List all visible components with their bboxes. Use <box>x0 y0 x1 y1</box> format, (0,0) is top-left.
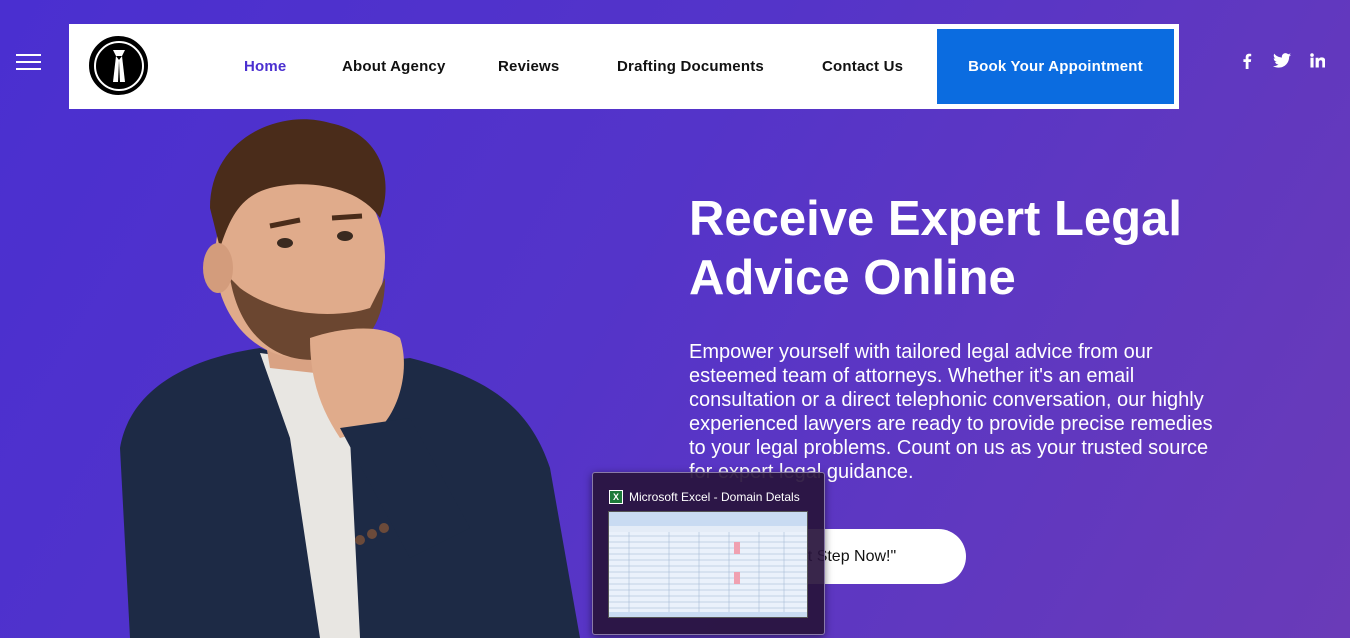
navbar: Home About Agency Reviews Drafting Docum… <box>69 24 1179 109</box>
taskbar-window-preview[interactable]: X Microsoft Excel - Domain Detals <box>592 472 825 635</box>
hero-title-line-2: Advice Online <box>689 251 1016 305</box>
lawyer-bands-icon <box>93 40 144 91</box>
nav-about-agency[interactable]: About Agency <box>342 58 446 75</box>
menu-icon[interactable] <box>16 54 41 70</box>
nav-drafting-documents[interactable]: Drafting Documents <box>617 58 764 75</box>
logo[interactable] <box>89 36 148 95</box>
preview-title: X Microsoft Excel - Domain Detals <box>609 490 800 504</box>
hero-description: Empower yourself with tailored legal adv… <box>689 341 1213 483</box>
spreadsheet-thumbnail <box>608 511 808 618</box>
lawyer-thinking-image <box>120 119 580 638</box>
book-appointment-button[interactable]: Book Your Appointment <box>937 29 1174 104</box>
facebook-icon[interactable] <box>1242 53 1252 74</box>
preview-title-text: Microsoft Excel - Domain Detals <box>629 490 800 504</box>
linkedin-icon[interactable] <box>1310 53 1326 73</box>
hero-title: Receive Expert Legal Advice Online <box>689 190 1289 308</box>
excel-icon: X <box>609 490 623 504</box>
nav-reviews[interactable]: Reviews <box>498 58 559 75</box>
nav-home[interactable]: Home <box>244 58 286 75</box>
twitter-icon[interactable] <box>1273 53 1291 73</box>
hero-title-line-1: Receive Expert Legal <box>689 192 1182 246</box>
nav-contact-us[interactable]: Contact Us <box>822 58 903 75</box>
